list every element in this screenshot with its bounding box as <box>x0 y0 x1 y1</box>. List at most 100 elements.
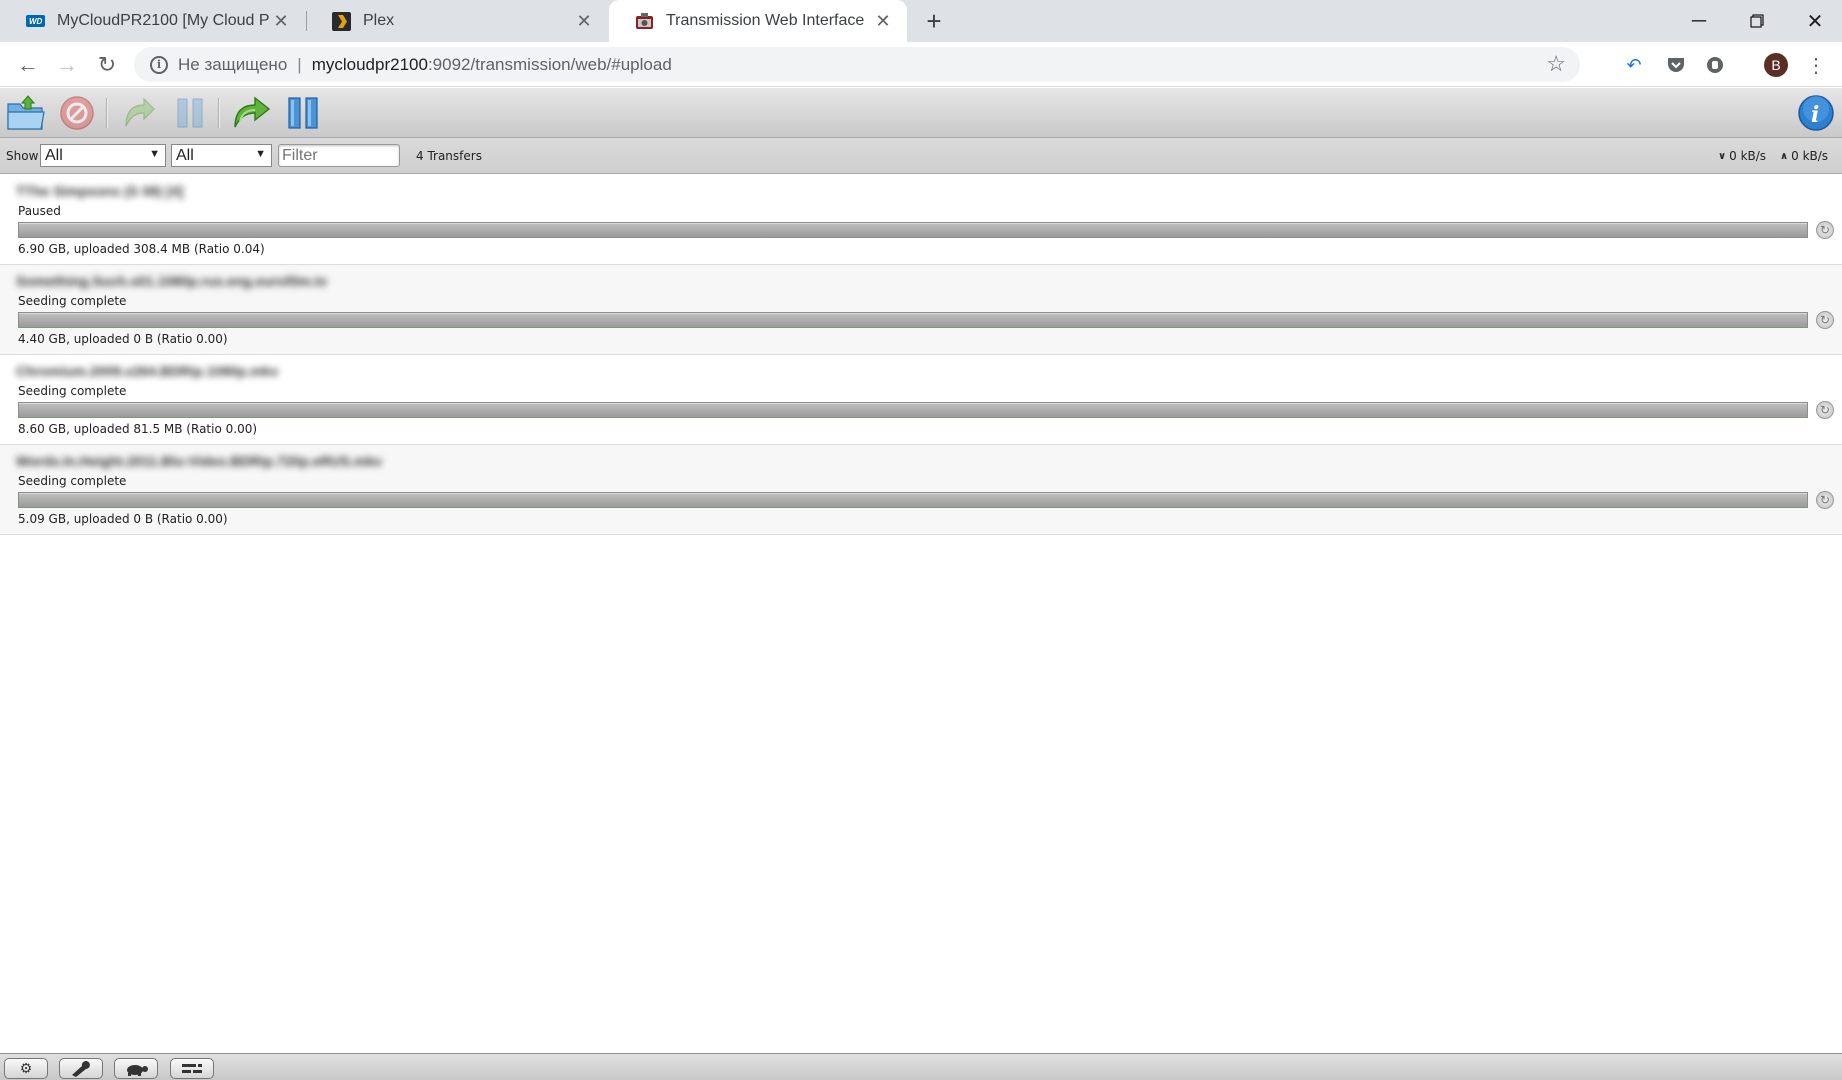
show-label: Show <box>6 149 39 163</box>
resume-all-button[interactable] <box>232 93 272 133</box>
back-button[interactable]: ← <box>12 49 44 81</box>
torrent-status: Seeding complete <box>18 474 127 488</box>
torrent-progress-details: 8.60 GB, uploaded 81.5 MB (Ratio 0.00) <box>18 422 258 436</box>
tab-plex[interactable]: Plex ✕ <box>306 0 608 42</box>
minimize-button[interactable]: ─ <box>1670 0 1728 42</box>
adblock-extension-icon[interactable] <box>1701 51 1729 79</box>
torrent-row[interactable]: Chromium.2009.x264.BDRip.1080p.mkv Seedi… <box>0 355 1842 445</box>
gear-icon: ⚙ <box>19 1060 33 1076</box>
settings-button[interactable]: ⚙ <box>4 1058 48 1079</box>
security-label[interactable]: Не защищено <box>178 55 287 75</box>
torrent-progress-bar <box>18 492 1808 508</box>
toolbar-divider <box>218 98 219 128</box>
pause-all-button[interactable] <box>283 93 323 133</box>
wd-icon: WD <box>26 12 45 31</box>
transmission-toolbar: i <box>0 88 1842 138</box>
turtle-icon <box>127 1064 148 1076</box>
preferences-button[interactable] <box>59 1058 103 1079</box>
close-icon[interactable]: ✕ <box>269 9 293 33</box>
open-folder-icon <box>7 95 45 130</box>
torrent-progress-bar <box>18 402 1808 418</box>
upload-arrow-icon: ∧ <box>1780 150 1789 162</box>
resume-all-icon <box>234 96 271 128</box>
remove-icon <box>60 96 94 130</box>
download-speed-value: 0 kB/s <box>1729 149 1767 163</box>
torrent-row[interactable]: Something.Such.s01.1080p.rus.eng.eurofil… <box>0 265 1842 355</box>
profile-avatar[interactable]: B <box>1764 53 1788 77</box>
tab-transmission[interactable]: Transmission Web Interface ✕ <box>609 0 907 42</box>
restore-button[interactable] <box>1728 0 1786 42</box>
info-icon: i <box>1798 95 1834 131</box>
tracker-filter-select[interactable]: All ▼ <box>171 144 272 167</box>
progress-fill <box>19 313 1807 327</box>
forward-button[interactable]: → <box>51 49 83 81</box>
dropdown-arrow-icon: ▼ <box>149 148 160 160</box>
open-torrent-button[interactable] <box>6 93 46 133</box>
torrent-progress-bar <box>18 312 1808 328</box>
torrent-name: Something.Such.s01.1080p.rus.eng.eurofil… <box>16 273 328 289</box>
torrent-name: Words.In.Height.2011.Blu-Video.BDRip.720… <box>16 453 382 469</box>
filter-input[interactable] <box>278 144 400 167</box>
reload-button[interactable]: ↻ <box>91 49 123 81</box>
torrent-name: TThe Simpsons (S 08) [4] <box>16 183 184 199</box>
address-separator: | <box>297 54 302 74</box>
pause-all-icon <box>288 97 318 129</box>
inspector-button[interactable]: i <box>1796 93 1836 133</box>
torrent-list: TThe Simpsons (S 08) [4] Paused ↻ 6.90 G… <box>0 175 1842 535</box>
browser-menu-icon[interactable]: ⋮ <box>1804 51 1828 79</box>
remove-torrent-button[interactable] <box>57 93 97 133</box>
torrent-row[interactable]: Words.In.Height.2011.Blu-Video.BDRip.720… <box>0 445 1842 535</box>
torrent-row[interactable]: TThe Simpsons (S 08) [4] Paused ↻ 6.90 G… <box>0 175 1842 265</box>
browser-tabstrip: WD MyCloudPR2100 [My Cloud PR2100] ✕ Ple… <box>0 0 1842 42</box>
close-icon[interactable]: ✕ <box>871 9 895 33</box>
url-path: :9092/transmission/web/#upload <box>427 54 672 74</box>
close-icon[interactable]: ✕ <box>572 9 596 33</box>
undo-extension-icon[interactable]: ↶ <box>1620 51 1648 79</box>
info-icon[interactable]: i <box>150 55 168 74</box>
toolbar-divider <box>106 98 107 128</box>
download-speed: ∨ 0 kB/s <box>1718 149 1766 163</box>
turtle-mode-button[interactable] <box>114 1058 158 1079</box>
pause-icon <box>177 98 203 128</box>
pocket-extension-icon[interactable] <box>1662 51 1690 79</box>
resume-torrent-icon[interactable]: ↻ <box>1816 221 1834 239</box>
wrench-icon <box>72 1060 90 1077</box>
compact-view-button[interactable] <box>170 1058 214 1079</box>
url-host: mycloudpr2100 <box>311 54 428 74</box>
state-filter-select[interactable]: All ▼ <box>40 144 166 167</box>
torrent-progress-details: 6.90 GB, uploaded 308.4 MB (Ratio 0.04) <box>18 242 265 256</box>
progress-fill <box>19 403 1807 417</box>
transfers-count: 4 Transfers <box>416 149 482 163</box>
new-tab-button[interactable]: + <box>918 5 950 37</box>
download-arrow-icon: ∨ <box>1718 150 1727 162</box>
transmission-icon <box>635 12 654 31</box>
svg-text:WD: WD <box>29 17 43 26</box>
close-window-button[interactable]: ✕ <box>1786 0 1842 42</box>
bottom-toolbar: ⚙ <box>0 1053 1842 1080</box>
torrent-status: Paused <box>18 204 61 218</box>
list-icon <box>182 1063 202 1073</box>
resume-torrent-icon[interactable]: ↻ <box>1816 491 1834 509</box>
upload-speed-value: 0 kB/s <box>1791 149 1829 163</box>
tab-mycloud[interactable]: WD MyCloudPR2100 [My Cloud PR2100] ✕ <box>0 0 305 42</box>
dropdown-arrow-icon: ▼ <box>255 148 266 160</box>
tab-title: MyCloudPR2100 [My Cloud PR2100] <box>57 12 269 29</box>
address-bar[interactable]: i Не защищено | mycloudpr2100:9092/trans… <box>134 47 1580 82</box>
progress-fill <box>19 493 1807 507</box>
bookmark-star-icon[interactable]: ☆ <box>1546 51 1566 77</box>
pause-selected-button[interactable] <box>170 93 210 133</box>
filter-bar: Show All ▼ All ▼ 4 Transfers ∨ 0 kB/s ∧ … <box>0 138 1842 174</box>
torrent-status: Seeding complete <box>18 384 127 398</box>
resume-selected-button[interactable] <box>118 93 158 133</box>
tracker-filter-value: All <box>176 146 194 164</box>
restore-icon <box>1750 14 1764 28</box>
progress-fill <box>19 223 1807 237</box>
tab-title: Transmission Web Interface <box>666 12 865 29</box>
torrent-progress-details: 5.09 GB, uploaded 0 B (Ratio 0.00) <box>18 512 228 526</box>
resume-torrent-icon[interactable]: ↻ <box>1816 401 1834 419</box>
browser-toolbar: ← → ↻ i Не защищено | mycloudpr2100:9092… <box>0 42 1842 87</box>
tab-title: Plex <box>363 12 395 29</box>
resume-torrent-icon[interactable]: ↻ <box>1816 311 1834 329</box>
state-filter-value: All <box>45 146 63 164</box>
svg-text:i: i <box>1811 102 1819 128</box>
